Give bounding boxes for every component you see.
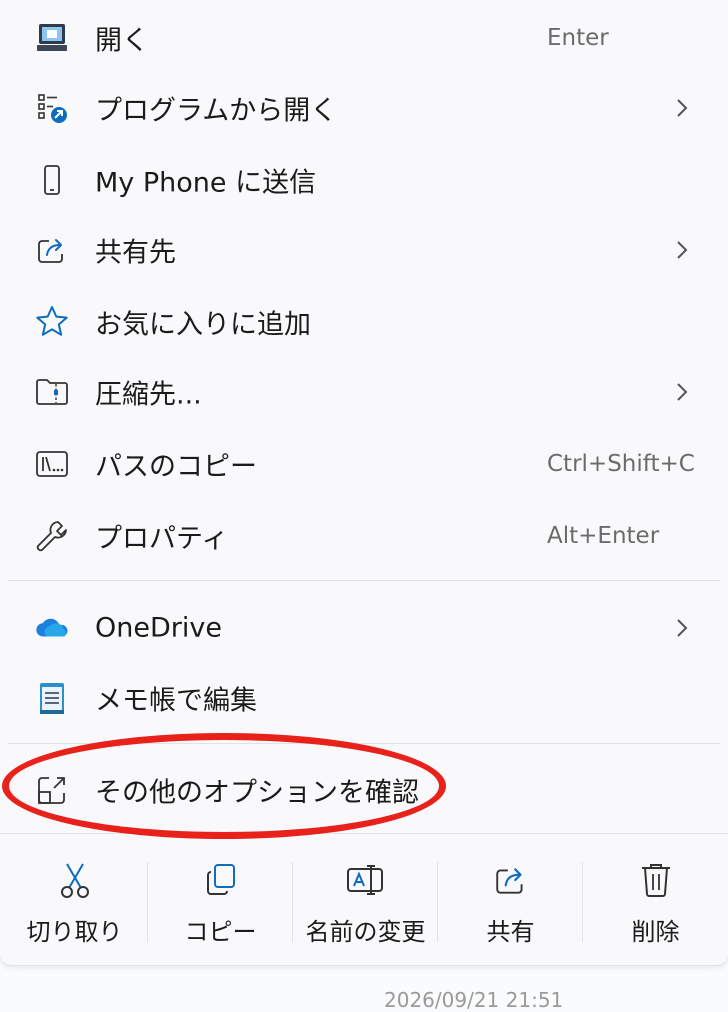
menu-separator [8,743,720,744]
quick-action-label: 切り取り [26,918,123,946]
menu-item-label: パスのコピー [95,451,257,483]
menu-item-share-to[interactable]: 共有先 [0,220,728,280]
menu-item-label: My Phone に送信 [95,167,317,199]
menu-item-edit-notepad[interactable]: メモ帳で編集 [0,668,728,728]
chevron-right-icon [677,99,688,117]
menu-item-show-more-options[interactable]: その他のオプションを確認 [0,760,728,820]
notepad-icon [34,680,70,716]
zip-folder-icon [34,374,70,410]
trash-icon [636,860,676,900]
shortcut-text: Enter [547,25,609,51]
menu-item-copy-path[interactable]: パスのコピー Ctrl+Shift+C [0,434,728,494]
menu-item-onedrive[interactable]: OneDrive [0,598,728,658]
share-button[interactable]: 共有 [438,834,583,966]
menu-item-compress-to[interactable]: 圧縮先... [0,362,728,422]
menu-item-open-with[interactable]: プログラムから開く [0,78,728,138]
quick-action-label: 共有 [486,918,535,946]
open-with-icon [34,90,70,126]
copy-button[interactable]: コピー [148,834,293,966]
share-icon [491,860,531,900]
menu-separator [8,580,720,581]
shortcut-text: Ctrl+Shift+C [547,451,695,477]
rename-button[interactable]: 名前の変更 [293,834,438,966]
menu-item-label: 圧縮先... [95,379,202,411]
quick-action-label: コピー [184,918,257,946]
more-options-icon [34,772,70,808]
chevron-right-icon [677,619,688,637]
menu-item-label: 開く [95,25,149,57]
menu-item-label: 共有先 [95,237,176,269]
menu-item-add-favorite[interactable]: お気に入りに追加 [0,292,728,352]
context-menu: 開く Enter プログラムから開く My Phone に送信 共有先 お気に入… [0,0,728,966]
chevron-right-icon [677,383,688,401]
quick-action-label: 削除 [631,918,680,946]
menu-item-label: プログラムから開く [95,95,338,127]
computer-icon [34,20,70,56]
cut-button[interactable]: 切り取り [2,834,147,966]
shortcut-text: Alt+Enter [547,523,660,549]
share-icon [34,232,70,268]
menu-item-open[interactable]: 開く Enter [0,8,728,68]
quick-action-label: 名前の変更 [305,918,426,946]
copy-icon [201,860,241,900]
phone-icon [34,162,70,198]
quick-actions-bar: 切り取り コピー 名前の変更 共有 削除 [0,833,728,966]
wrench-icon [34,518,70,554]
copy-path-icon [34,446,70,482]
menu-item-label: プロパティ [95,523,229,555]
delete-button[interactable]: 削除 [583,834,728,966]
menu-item-label: OneDrive [95,612,222,644]
menu-item-label: お気に入りに追加 [95,309,311,341]
menu-item-properties[interactable]: プロパティ Alt+Enter [0,506,728,566]
rename-icon [346,860,386,900]
menu-item-send-to-phone[interactable]: My Phone に送信 [0,150,728,210]
chevron-right-icon [677,241,688,259]
onedrive-icon [34,610,70,646]
scissors-icon [55,860,95,900]
menu-item-label: メモ帳で編集 [95,685,257,717]
file-timestamp: 2026/09/21 21:51 [384,988,564,1012]
star-icon [34,304,70,340]
menu-item-label: その他のオプションを確認 [95,777,419,809]
